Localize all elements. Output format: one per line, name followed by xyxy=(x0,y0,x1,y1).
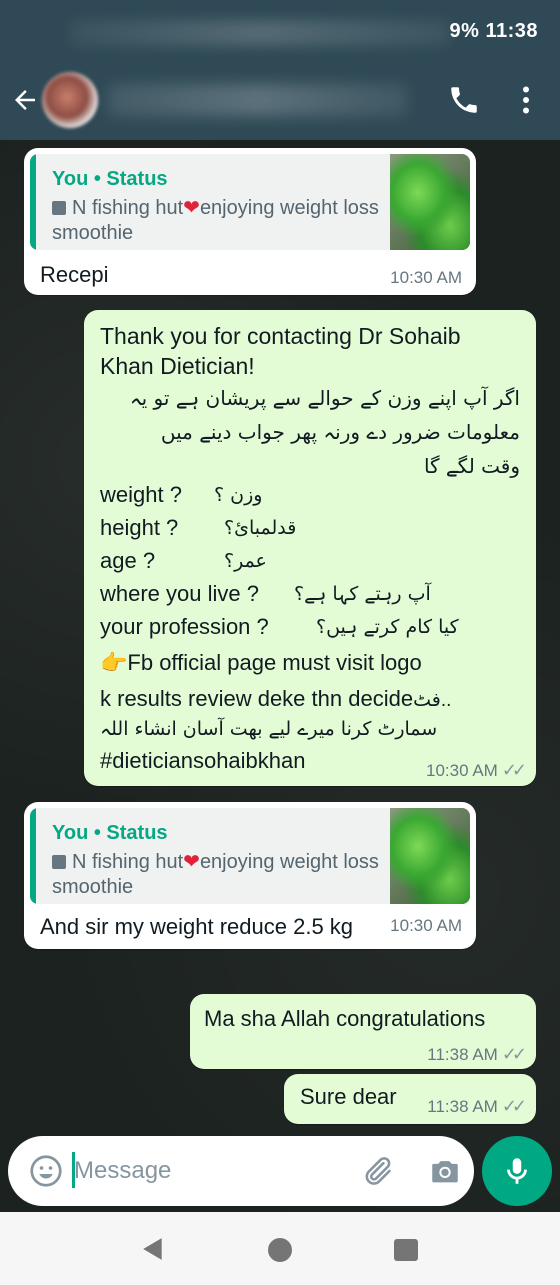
read-ticks-icon: ✓✓ xyxy=(501,1044,527,1064)
system-nav-bar xyxy=(0,1212,560,1285)
photo-icon xyxy=(52,855,66,869)
message-input[interactable] xyxy=(74,1154,344,1188)
review-line: k results review deke thn decideفٹ.. xyxy=(100,686,452,711)
message-text: Recepi xyxy=(40,262,109,287)
question-en: age ? xyxy=(100,548,156,573)
question-ur: وزن ؟ xyxy=(214,484,263,506)
question-ur: عمر؟ xyxy=(224,550,267,572)
intro-line: Thank you for contacting Dr Sohaib xyxy=(100,323,461,349)
question-ur: کیا کام کرتے ہیں؟ xyxy=(316,616,459,638)
paperclip-icon xyxy=(365,1157,391,1185)
message-time: 11:38 AM ✓✓ xyxy=(427,1096,527,1116)
status-thumbnail xyxy=(390,808,470,904)
triangle-back-icon xyxy=(143,1238,162,1260)
call-button[interactable] xyxy=(444,80,484,120)
nav-back-button[interactable] xyxy=(140,1236,166,1267)
pointing-hand-icon: 👉 xyxy=(100,650,128,675)
question-en: height ? xyxy=(100,515,179,540)
emoji-icon xyxy=(30,1155,62,1187)
question-ur: قدلمبائ؟ xyxy=(224,517,297,539)
quote-accent-bar xyxy=(30,808,36,904)
voice-message-button[interactable] xyxy=(482,1136,552,1206)
message-bubble[interactable]: Ma sha Allah congratulations 11:38 AM ✓✓ xyxy=(190,994,536,1069)
nav-recents-button[interactable] xyxy=(394,1239,418,1261)
urdu-intro-line: معلومات ضرور دے ورنہ پھر جواب دینے میں xyxy=(160,420,520,444)
camera-button[interactable] xyxy=(428,1154,462,1188)
message-bubble[interactable]: You • Status N fishing hut❤enjoying weig… xyxy=(24,148,476,295)
status-thumbnail xyxy=(390,154,470,250)
quote-accent-bar xyxy=(30,154,36,250)
more-vert-icon xyxy=(523,86,529,114)
message-time: 11:38 AM ✓✓ xyxy=(427,1044,527,1064)
heart-icon: ❤ xyxy=(183,851,200,873)
read-ticks-icon: ✓✓ xyxy=(501,1096,527,1116)
urdu-intro-line: وقت لگے گا xyxy=(423,454,520,478)
message-time: 10:30 AM xyxy=(390,916,462,935)
emoji-button[interactable] xyxy=(28,1153,64,1189)
back-button[interactable] xyxy=(8,80,42,120)
microphone-icon xyxy=(507,1158,527,1184)
message-time: 10:30 AM xyxy=(390,268,462,287)
contact-name[interactable] xyxy=(108,84,408,116)
read-ticks-icon: ✓✓ xyxy=(501,760,527,780)
question-ur: آپ رہتے کہا ہے؟ xyxy=(294,583,431,605)
avatar[interactable] xyxy=(42,72,98,128)
chat-header xyxy=(0,62,560,140)
quote-text: N fishing hut❤enjoying weight loss smoot… xyxy=(52,197,379,244)
intro-line: Khan Dietician! xyxy=(100,353,255,379)
question-en: weight ? xyxy=(100,482,182,507)
message-bubble[interactable]: Sure dear 11:38 AM ✓✓ xyxy=(284,1074,536,1124)
status-icons-blurred xyxy=(70,20,450,46)
quoted-status[interactable]: You • Status N fishing hut❤enjoying weig… xyxy=(30,154,470,250)
quote-author: You • Status xyxy=(52,822,168,844)
photo-icon xyxy=(52,201,66,215)
nav-home-button[interactable] xyxy=(268,1238,292,1262)
message-text: Ma sha Allah congratulations xyxy=(204,1006,486,1031)
message-text: Sure dear xyxy=(300,1084,397,1109)
quote-author: You • Status xyxy=(52,168,168,190)
status-bar: 9% 11:38 xyxy=(0,0,560,62)
composer-bar xyxy=(0,1130,560,1212)
fb-line: 👉Fb official page must visit logo xyxy=(100,650,422,675)
battery-time: 9% 11:38 xyxy=(449,20,538,42)
message-bubble[interactable]: Thank you for contacting Dr Sohaib Khan … xyxy=(84,310,536,786)
quoted-status[interactable]: You • Status N fishing hut❤enjoying weig… xyxy=(30,808,470,904)
hashtag[interactable]: #dieticiansohaibkhan xyxy=(100,748,306,774)
heart-icon: ❤ xyxy=(183,197,200,219)
message-time: 10:30 AM ✓✓ xyxy=(426,760,527,780)
phone-icon xyxy=(451,87,477,113)
question-en: your profession ? xyxy=(100,614,269,639)
question-en: where you live ? xyxy=(100,581,259,606)
quote-text: N fishing hut❤enjoying weight loss smoot… xyxy=(52,851,379,898)
more-options-button[interactable] xyxy=(508,80,544,120)
attach-button[interactable] xyxy=(360,1154,394,1188)
urdu-outro-line: سمارٹ کرنا میرے لیے بھت آسان انشاء اللہ xyxy=(100,718,438,740)
chat-area[interactable]: You • Status N fishing hut❤enjoying weig… xyxy=(0,140,560,1212)
arrow-left-icon xyxy=(15,90,35,110)
urdu-intro-line: اگر آپ اپنے وزن کے حوالے سے پریشان ہے تو… xyxy=(129,386,520,410)
camera-icon xyxy=(432,1161,458,1183)
message-text: And sir my weight reduce 2.5 kg xyxy=(40,914,354,939)
message-bubble[interactable]: You • Status N fishing hut❤enjoying weig… xyxy=(24,802,476,949)
message-composer[interactable] xyxy=(8,1136,474,1206)
